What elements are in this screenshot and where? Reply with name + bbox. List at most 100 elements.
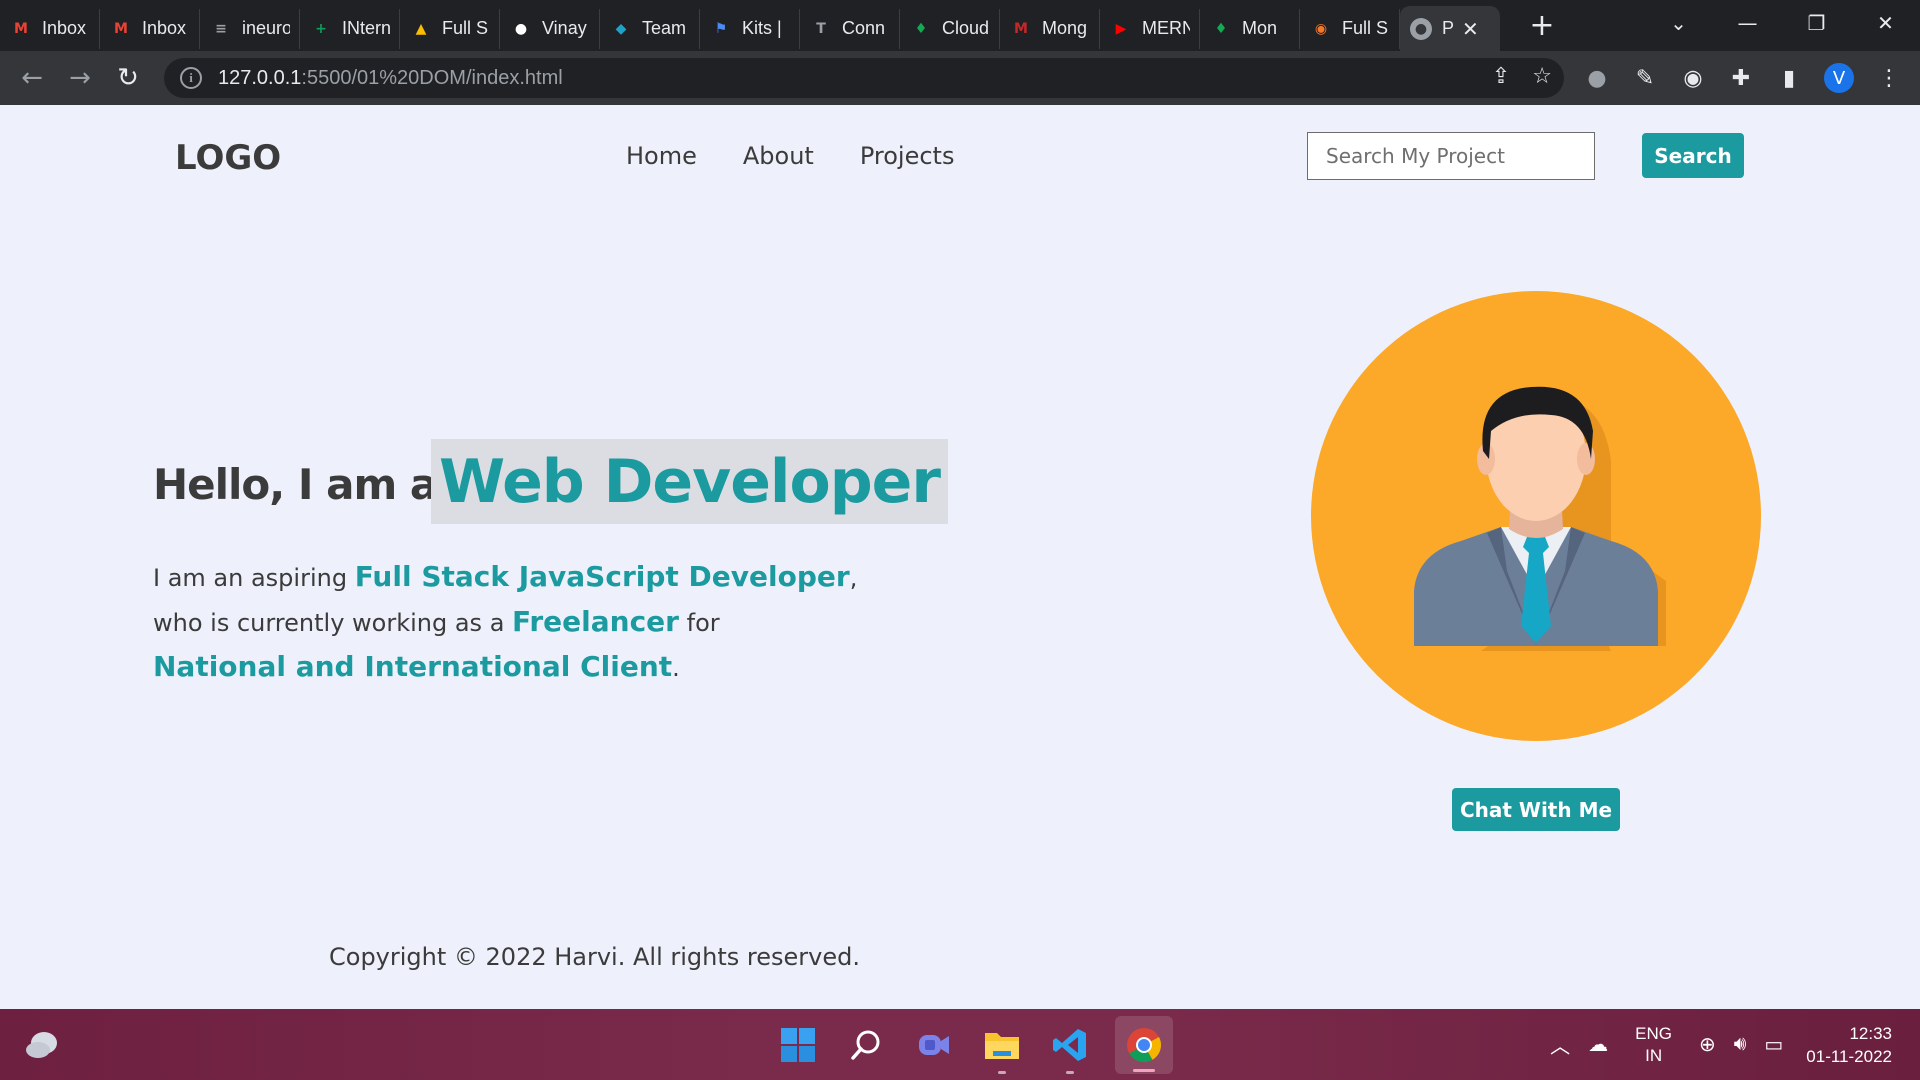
browser-tab[interactable]: T Conn	[800, 8, 900, 49]
browser-tab[interactable]: M Inbox	[100, 8, 200, 49]
tab-label: Team	[642, 18, 687, 38]
puzzle-icon[interactable]: ✚	[1728, 66, 1754, 91]
address-bar[interactable]: i 127.0.0.1:5500/01%20DOM/index.html ⇪ ☆	[164, 58, 1564, 98]
footer-copyright: Copyright © 2022 Harvi. All rights reser…	[329, 943, 860, 971]
conn-icon: T	[816, 20, 826, 37]
mongodb-icon: ♦	[914, 20, 928, 37]
bookmark-star-icon[interactable]: ☆	[1532, 64, 1552, 89]
file-explorer-icon[interactable]	[979, 1022, 1025, 1074]
jupyter-icon: ◉	[1314, 20, 1328, 37]
browser-tab[interactable]: ⚑ Kits |	[700, 8, 800, 49]
tab-label: Conn	[842, 18, 886, 38]
browser-tab[interactable]: + INtern	[300, 8, 400, 49]
share-icon[interactable]: ⇪	[1492, 64, 1510, 89]
tab-label: Mon	[1242, 18, 1278, 38]
chevron-up-icon[interactable]: ︿	[1550, 1030, 1570, 1059]
tab-label: INtern	[342, 18, 390, 38]
vscode-icon[interactable]	[1047, 1022, 1093, 1074]
mongo-m-icon: M	[1014, 20, 1028, 37]
browser-tab[interactable]: ◉ Full S	[1300, 8, 1400, 49]
battery-icon[interactable]: ▭	[1764, 1032, 1783, 1057]
language-indicator[interactable]: ENG IN	[1635, 1023, 1672, 1067]
tab-label: Inbox	[42, 18, 87, 38]
youtube-icon: ▶	[1115, 20, 1127, 37]
browser-tab[interactable]: M Mong	[1000, 8, 1100, 49]
forward-button[interactable]: →	[56, 63, 104, 93]
extension-circle-icon[interactable]: ◉	[1680, 66, 1706, 91]
restore-button[interactable]: ❐	[1782, 11, 1851, 35]
gmail-icon: M	[114, 20, 128, 37]
browser-tab[interactable]: ▶ MERN	[1100, 8, 1200, 49]
tab-list: M Inbox M Inbox ≡ ineuron + INtern ▲ Full S ● Vinay…	[0, 3, 1400, 49]
weather-cloud-icon[interactable]	[24, 1029, 60, 1059]
browser-tab[interactable]: ▲ Full S	[400, 8, 500, 49]
flag-icon: ⚑	[714, 20, 728, 37]
site-info-icon[interactable]: i	[180, 67, 202, 89]
new-tab-button[interactable]: +	[1522, 8, 1562, 43]
taskbar-clock[interactable]: 12:33 01-11-2022	[1806, 1022, 1892, 1068]
browser-toolbar: ← → ↻ i 127.0.0.1:5500/01%20DOM/index.ht…	[0, 51, 1920, 105]
github-icon: ●	[514, 20, 528, 37]
project-search-input[interactable]	[1307, 132, 1595, 180]
tab-label: Vinay	[542, 18, 587, 38]
sheets-icon: +	[315, 20, 327, 37]
windows-taskbar: ︿ ☁ ENG IN ⊕ 🔊︎ ▭ 12:33 01-11-2022	[0, 1009, 1920, 1080]
bio-highlight-role: Full Stack JavaScript Developer	[354, 560, 850, 593]
volume-icon[interactable]: 🔊︎	[1734, 1033, 1747, 1056]
browser-tab[interactable]: M Inbox	[0, 8, 100, 49]
start-menu-icon[interactable]	[775, 1022, 821, 1068]
site-logo[interactable]: LOGO	[175, 138, 281, 178]
teams-chat-icon[interactable]	[911, 1022, 957, 1068]
chat-with-me-button[interactable]: Chat With Me	[1452, 788, 1620, 831]
window-controls: ⌄ — ❐ ✕	[1644, 0, 1920, 45]
browser-tab[interactable]: ♦ Mon	[1200, 8, 1300, 49]
search-icon[interactable]	[843, 1022, 889, 1068]
team-icon: ◆	[615, 20, 627, 37]
hero-role: Web Developer	[439, 446, 941, 517]
mongodb-icon: ♦	[1214, 20, 1228, 37]
drive-icon: ▲	[415, 20, 427, 37]
side-panel-icon[interactable]: ▮	[1776, 66, 1802, 91]
tab-label: Full S	[1342, 18, 1389, 38]
onedrive-cloud-icon[interactable]: ☁	[1588, 1032, 1608, 1057]
minimize-button[interactable]: —	[1713, 11, 1782, 35]
tab-label: MERN	[1142, 18, 1190, 38]
url-text[interactable]: 127.0.0.1:5500/01%20DOM/index.html	[218, 67, 563, 90]
reload-button[interactable]: ↻	[104, 63, 152, 93]
tab-label: Full S	[442, 18, 489, 38]
tab-label: P	[1442, 18, 1455, 38]
businessman-avatar-icon	[1414, 386, 1666, 651]
web-page: LOGO Home About Projects Search Hello, I…	[0, 105, 1920, 1009]
menu-dots-icon[interactable]: ⋮	[1876, 66, 1902, 91]
back-button[interactable]: ←	[8, 63, 56, 93]
globe-icon: ●	[1410, 17, 1432, 40]
hero-role-box: Web Developer	[431, 439, 948, 524]
tab-search-icon[interactable]: ⌄	[1644, 11, 1713, 35]
profile-avatar[interactable]: V	[1824, 63, 1854, 93]
tab-active[interactable]: ● P ✕	[1400, 6, 1500, 51]
nav-about[interactable]: About	[743, 142, 814, 170]
browser-tab[interactable]: ◆ Team	[600, 8, 700, 49]
extension-icon[interactable]: ●	[1584, 66, 1610, 91]
main-nav: Home About Projects	[626, 142, 954, 170]
profile-portrait	[1311, 291, 1761, 741]
ineuron-icon: ≡	[215, 20, 227, 37]
tab-label: ineuron	[242, 18, 290, 38]
close-window-button[interactable]: ✕	[1851, 11, 1920, 35]
tab-label: Kits |	[742, 18, 782, 38]
close-tab-icon[interactable]: ✕	[1462, 17, 1479, 41]
extensions-area: ● ✎ ◉ ✚ ▮ V ⋮	[1584, 51, 1920, 105]
browser-tab[interactable]: ● Vinay	[500, 8, 600, 49]
hero-greeting: Hello, I am a	[153, 460, 438, 509]
taskbar-apps	[775, 1009, 1173, 1080]
search-button[interactable]: Search	[1642, 133, 1744, 178]
tab-label: Mong	[1042, 18, 1088, 38]
browser-tab[interactable]: ≡ ineuron	[200, 8, 300, 49]
network-globe-icon[interactable]: ⊕	[1699, 1032, 1716, 1057]
tab-label: Cloud	[942, 18, 990, 38]
browser-tab[interactable]: ♦ Cloud	[900, 8, 1000, 49]
chrome-icon[interactable]	[1115, 1015, 1173, 1074]
nav-projects[interactable]: Projects	[860, 142, 955, 170]
extension-pen-icon[interactable]: ✎	[1632, 66, 1658, 91]
nav-home[interactable]: Home	[626, 142, 697, 170]
